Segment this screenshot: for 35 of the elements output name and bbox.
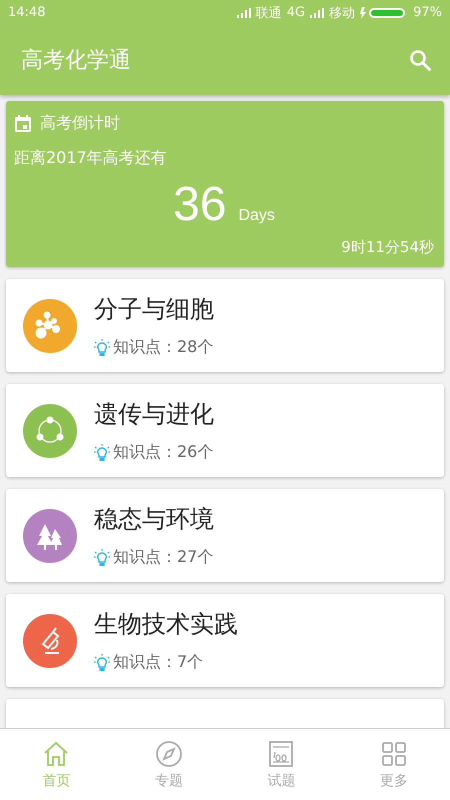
topic-title: 稳态与环境 [94, 504, 214, 535]
lightbulb-icon [94, 548, 110, 566]
compass-icon [154, 740, 183, 768]
topic-card[interactable]: 遗传与进化 知识点：26个 [6, 384, 444, 477]
signal-icon [236, 8, 251, 18]
days-count: 36 [173, 177, 226, 232]
countdown-subtitle: 距离2017年高考还有 [14, 148, 168, 169]
clock-time: 14:48 [8, 5, 46, 20]
lightbulb-icon [94, 338, 110, 356]
topic-card[interactable]: 分子与细胞 知识点：28个 [6, 279, 444, 372]
countdown-title: 高考倒计时 [40, 113, 120, 134]
topic-card[interactable]: 生物技术实践 知识点：7个 [6, 594, 444, 687]
home-icon [42, 740, 70, 768]
knowledge-count: 知识点：27个 [113, 547, 214, 568]
lightbulb-icon [94, 654, 110, 672]
exam-paper-icon [267, 740, 296, 768]
network-type: 4G [286, 5, 306, 20]
knowledge-count: 知识点：26个 [113, 442, 214, 463]
knowledge-count: 知识点：28个 [113, 337, 214, 358]
topic-title: 生物技术实践 [94, 609, 238, 640]
battery-percent: 97% [413, 5, 442, 20]
days-unit: Days [238, 207, 275, 225]
knowledge-count: 知识点：7个 [113, 652, 204, 673]
lightbulb-icon [94, 444, 110, 462]
carrier-name: 移动 [329, 4, 356, 22]
topic-title: 遗传与进化 [94, 399, 214, 430]
carrier-name: 联通 [256, 4, 282, 22]
calendar-icon [14, 114, 32, 132]
grid-icon [380, 740, 408, 768]
app-title: 高考化学通 [21, 47, 131, 75]
topic-title: 分子与细胞 [94, 294, 214, 325]
signal-icon [310, 8, 324, 18]
search-icon[interactable] [408, 48, 432, 72]
topic-card[interactable]: 稳态与环境 知识点：27个 [6, 489, 444, 582]
remaining-time: 9时11分54秒 [341, 238, 434, 257]
